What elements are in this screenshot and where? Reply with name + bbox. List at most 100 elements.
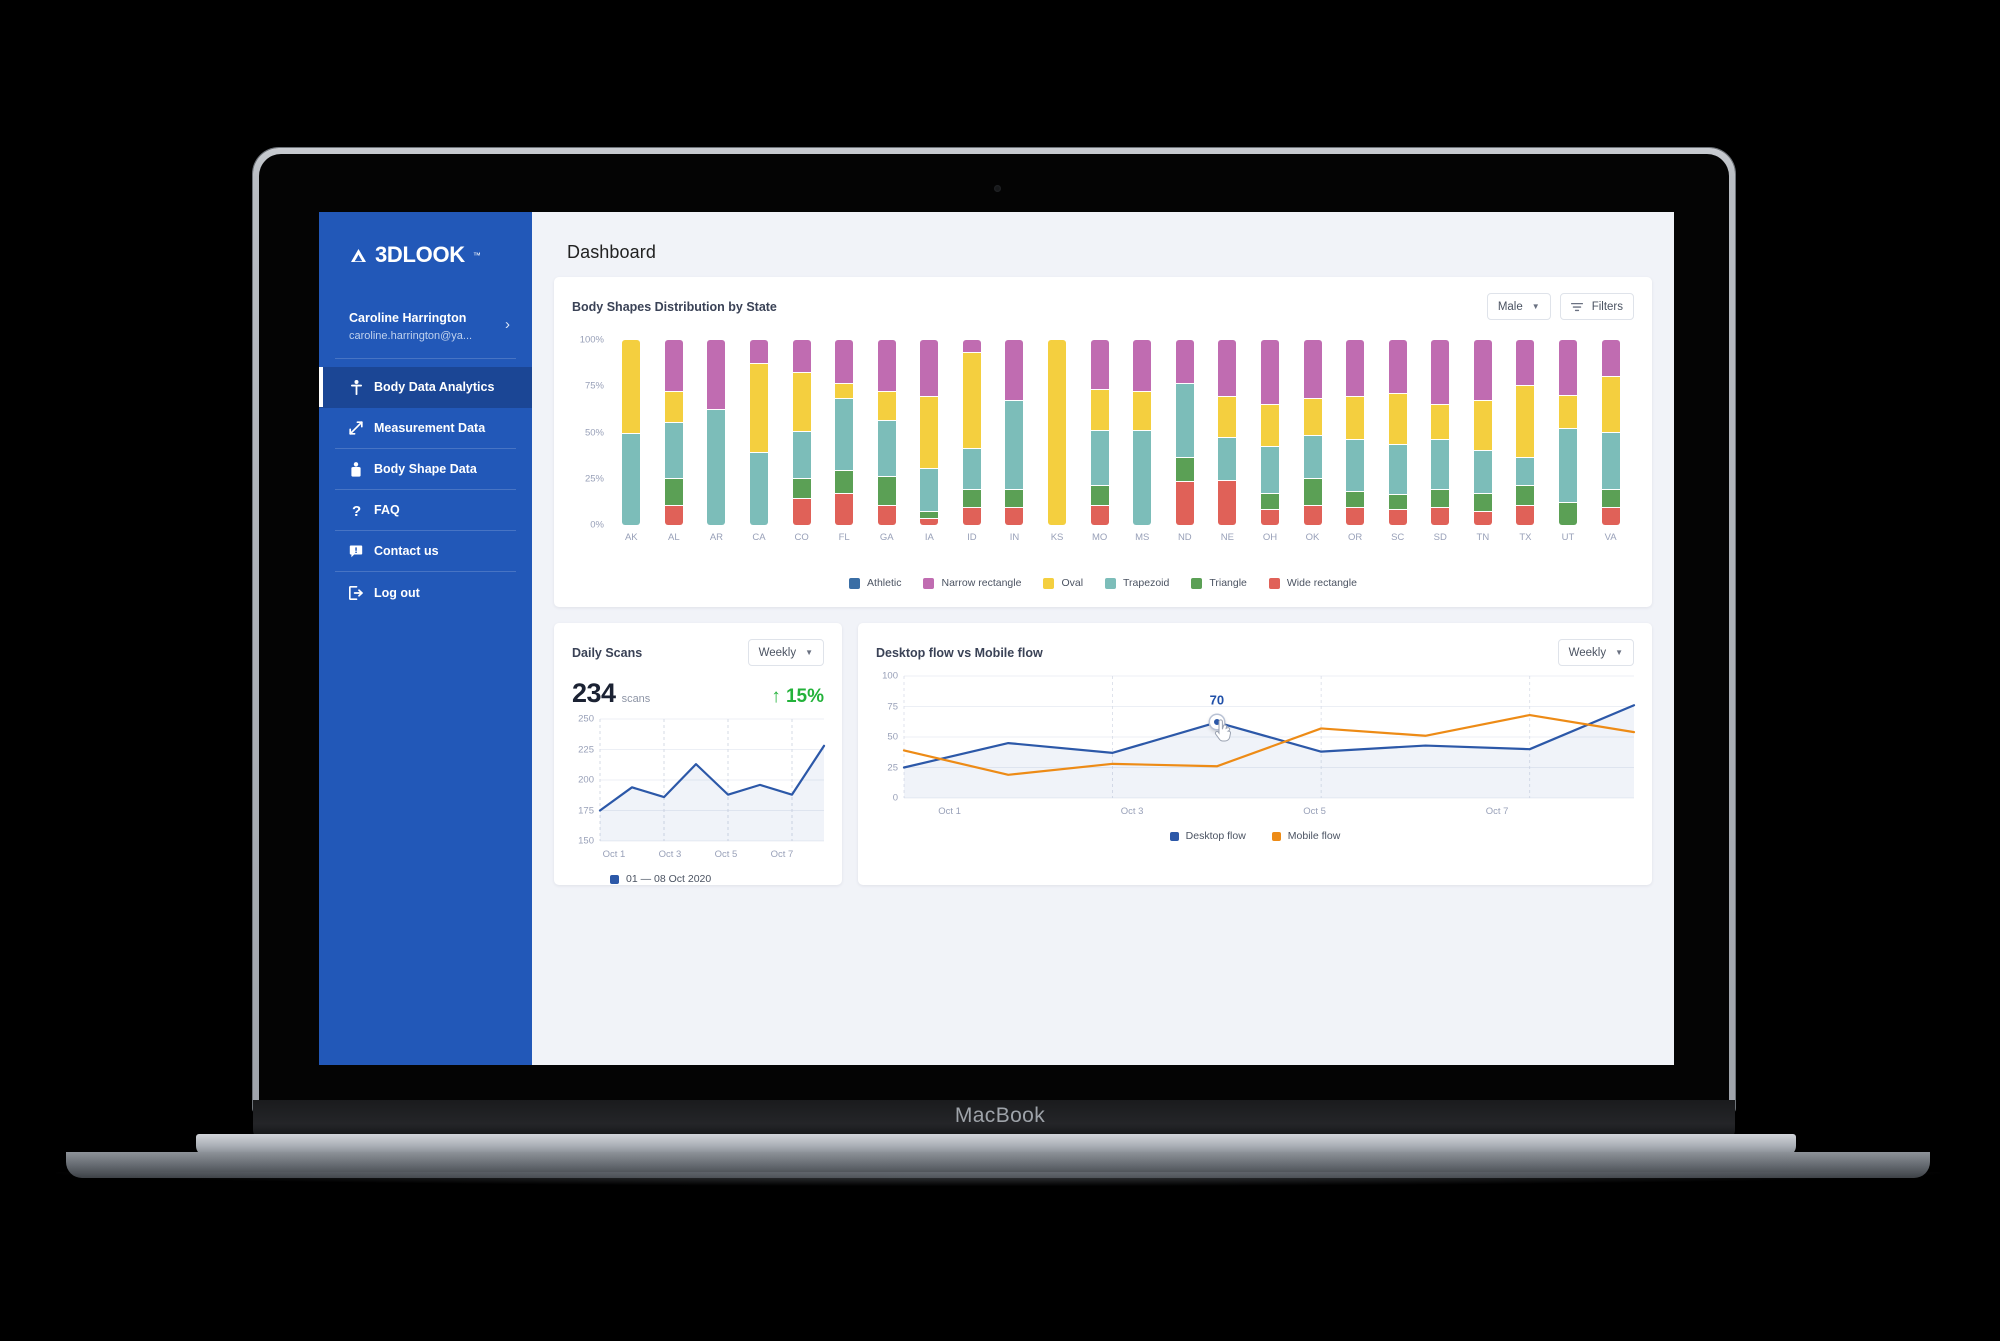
bar-column[interactable]	[823, 340, 866, 525]
sidebar-item-measurement-data[interactable]: Measurement Data	[335, 408, 516, 449]
bar-column[interactable]	[1589, 340, 1632, 525]
legend-item[interactable]: Triangle	[1191, 577, 1247, 589]
stacked-bar[interactable]	[1090, 340, 1109, 525]
bar-segment[interactable]	[1303, 436, 1322, 479]
bar-segment[interactable]	[1559, 395, 1577, 429]
legend-item[interactable]: 01 — 08 Oct 2020	[610, 873, 711, 885]
bar-segment[interactable]	[1175, 458, 1194, 483]
bar-column[interactable]	[1036, 340, 1079, 525]
legend-item[interactable]: Mobile flow	[1271, 830, 1340, 842]
bar-segment[interactable]	[877, 391, 896, 422]
sidebar-item-log-out[interactable]: Log out	[335, 572, 516, 613]
bar-segment[interactable]	[962, 489, 981, 509]
bar-segment[interactable]	[835, 493, 854, 525]
bar-segment[interactable]	[664, 423, 683, 479]
app-logo[interactable]: 3DLOOK ™	[319, 212, 532, 268]
bar-segment[interactable]	[1346, 340, 1365, 398]
bar-segment[interactable]	[920, 519, 939, 525]
bar-segment[interactable]	[750, 340, 769, 365]
bar-segment[interactable]	[1559, 340, 1577, 396]
bar-segment[interactable]	[664, 478, 683, 507]
bar-segment[interactable]	[1218, 340, 1237, 398]
bar-segment[interactable]	[1388, 510, 1407, 525]
daily-scans-period-select[interactable]: Weekly ▼	[747, 639, 824, 666]
bar-segment[interactable]	[792, 432, 811, 479]
bar-segment[interactable]	[962, 340, 981, 353]
bar-column[interactable]	[865, 340, 908, 525]
bar-segment[interactable]	[1218, 438, 1237, 481]
bar-segment[interactable]	[1473, 401, 1492, 451]
bar-column[interactable]	[1249, 340, 1292, 525]
bar-segment[interactable]	[792, 478, 811, 500]
bar-segment[interactable]	[1090, 430, 1109, 487]
bar-column[interactable]	[951, 340, 994, 525]
stacked-bar[interactable]	[920, 340, 939, 525]
bar-column[interactable]	[1462, 340, 1505, 525]
bar-column[interactable]	[1376, 340, 1419, 525]
bar-segment[interactable]	[1005, 401, 1024, 490]
sidebar-item-body-data-analytics[interactable]: Body Data Analytics	[319, 367, 532, 408]
bar-segment[interactable]	[622, 434, 641, 525]
bar-segment[interactable]	[1388, 393, 1407, 446]
bar-segment[interactable]	[1473, 450, 1492, 494]
bar-segment[interactable]	[877, 340, 896, 392]
stacked-bar[interactable]	[1431, 340, 1450, 525]
stacked-bar[interactable]	[962, 340, 981, 525]
bar-segment[interactable]	[1005, 489, 1024, 509]
bar-segment[interactable]	[1133, 391, 1152, 431]
bar-column[interactable]	[1419, 340, 1462, 525]
bar-segment[interactable]	[920, 512, 939, 520]
bar-segment[interactable]	[1346, 397, 1365, 440]
bar-segment[interactable]	[1388, 445, 1407, 496]
user-account-block[interactable]: Caroline Harrington caroline.harrington@…	[335, 310, 516, 359]
bar-segment[interactable]	[1005, 340, 1024, 402]
bar-segment[interactable]	[1388, 495, 1407, 511]
bar-segment[interactable]	[1601, 489, 1620, 509]
bar-column[interactable]	[993, 340, 1036, 525]
bar-column[interactable]	[1121, 340, 1164, 525]
bar-segment[interactable]	[1260, 340, 1279, 405]
bar-segment[interactable]	[1260, 447, 1279, 494]
bar-segment[interactable]	[707, 410, 726, 525]
bar-column[interactable]	[1206, 340, 1249, 525]
bar-segment[interactable]	[1559, 502, 1577, 525]
bar-segment[interactable]	[1473, 493, 1492, 513]
bar-segment[interactable]	[1473, 512, 1492, 525]
legend-item[interactable]: Oval	[1043, 577, 1083, 589]
bar-segment[interactable]	[1516, 458, 1535, 487]
stacked-bar[interactable]	[1260, 340, 1279, 525]
bar-segment[interactable]	[1346, 491, 1365, 509]
bar-segment[interactable]	[920, 340, 939, 398]
bar-segment[interactable]	[1516, 486, 1535, 507]
bar-segment[interactable]	[1431, 404, 1450, 440]
bar-segment[interactable]	[877, 476, 896, 507]
bar-segment[interactable]	[1303, 506, 1322, 525]
bar-segment[interactable]	[1175, 482, 1194, 525]
bar-column[interactable]	[1547, 340, 1590, 525]
bar-segment[interactable]	[1303, 399, 1322, 437]
bar-column[interactable]	[1291, 340, 1334, 525]
bar-segment[interactable]	[1516, 340, 1535, 387]
stacked-bar[interactable]	[1601, 340, 1620, 525]
bar-column[interactable]	[1334, 340, 1377, 525]
stacked-bar[interactable]	[1133, 340, 1152, 525]
bar-segment[interactable]	[1260, 510, 1279, 525]
bar-segment[interactable]	[1601, 340, 1620, 377]
stacked-bar[interactable]	[622, 340, 641, 525]
legend-item[interactable]: Narrow rectangle	[923, 577, 1021, 589]
bar-segment[interactable]	[877, 506, 896, 525]
stacked-bar[interactable]	[1303, 340, 1322, 525]
bar-column[interactable]	[908, 340, 951, 525]
bar-segment[interactable]	[920, 469, 939, 513]
bar-segment[interactable]	[962, 449, 981, 490]
bar-segment[interactable]	[1601, 508, 1620, 525]
stacked-bar[interactable]	[1218, 340, 1237, 525]
stacked-bar[interactable]	[1516, 340, 1535, 525]
stacked-bar[interactable]	[792, 340, 811, 525]
bar-segment[interactable]	[1431, 340, 1450, 405]
bar-segment[interactable]	[1218, 480, 1237, 525]
chevron-right-icon[interactable]: ›	[505, 310, 510, 340]
bar-segment[interactable]	[750, 364, 769, 453]
bar-segment[interactable]	[835, 471, 854, 494]
bar-segment[interactable]	[1303, 478, 1322, 507]
